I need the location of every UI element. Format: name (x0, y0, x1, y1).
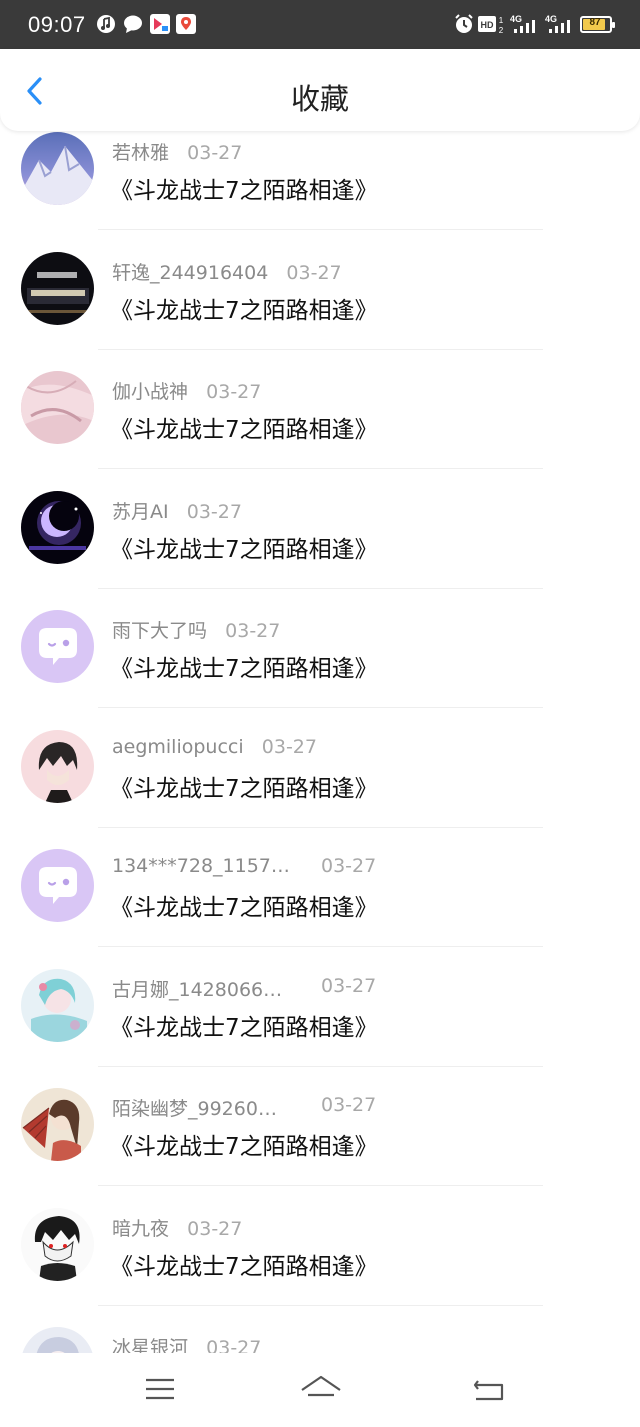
item-meta: 暗九夜 03-27 (112, 1214, 242, 1241)
home-icon[interactable] (300, 1371, 342, 1407)
avatar[interactable] (21, 1088, 94, 1161)
menu-icon[interactable] (142, 1371, 178, 1407)
username: 若林雅 (112, 142, 170, 164)
svg-text:1: 1 (499, 16, 504, 25)
divider (98, 707, 543, 708)
item-title[interactable]: 《斗龙战士7之陌路相逢》 (110, 1008, 378, 1042)
list-item[interactable]: 古月娜_1428066… 03-27 《斗龙战士7之陌路相逢》 (0, 966, 640, 1086)
avatar[interactable] (21, 1327, 94, 1353)
avatar[interactable] (21, 849, 94, 922)
network-label-1: 4G (510, 14, 522, 24)
item-title[interactable]: 《斗龙战士7之陌路相逢》 (110, 1127, 378, 1161)
item-date: 03-27 (321, 855, 377, 877)
list-item[interactable]: 暗九夜 03-27 《斗龙战士7之陌路相逢》 (0, 1205, 640, 1325)
username: 134***728_1157… (112, 855, 290, 877)
item-title[interactable]: 《斗龙战士7之陌路相逢》 (110, 888, 378, 922)
username: 雨下大了吗 (112, 620, 208, 642)
item-meta: 轩逸_244916404 03-27 (112, 258, 342, 285)
divider (98, 229, 543, 230)
divider (98, 1065, 543, 1067)
item-meta: 134***728_1157… 03-27 (112, 855, 376, 877)
signal-2-icon: 4G (545, 14, 570, 33)
avatar[interactable] (21, 729, 94, 803)
signal-1-icon: 4G (510, 14, 535, 33)
status-bar: 09:07 HD 1 2 4G 4G 87 (0, 0, 640, 49)
list-item[interactable]: 苏月AI 03-27 《斗龙战士7之陌路相逢》 (0, 488, 640, 608)
item-date: 03-27 (321, 974, 377, 997)
hd-icon: HD 1 2 (478, 16, 504, 35)
item-meta: aegmiliopucci 03-27 (112, 736, 317, 758)
item-date: 03-27 (286, 261, 342, 284)
list-item[interactable]: 冰星银河 03-27 (0, 1324, 640, 1353)
item-meta: 古月娜_1428066… 03-27 (112, 975, 376, 1002)
item-date: 03-27 (206, 1337, 262, 1353)
item-meta: 伽小战神 03-27 (112, 377, 261, 404)
divider (98, 826, 543, 828)
list-item[interactable]: 雨下大了吗 03-27 《斗龙战士7之陌路相逢》 (0, 607, 640, 727)
item-title[interactable]: 《斗龙战士7之陌路相逢》 (110, 410, 378, 444)
item-date: 03-27 (187, 1217, 243, 1240)
avatar[interactable] (21, 490, 94, 564)
list-item[interactable]: 轩逸_244916404 03-27 《斗龙战士7之陌路相逢》 (0, 249, 640, 369)
item-meta: 苏月AI 03-27 (112, 497, 242, 524)
divider (98, 1185, 543, 1186)
username: 暗九夜 (112, 1217, 170, 1240)
item-date: 03-27 (321, 1094, 377, 1116)
list-item[interactable]: 若林雅 03-27 《斗龙战士7之陌路相逢》 (0, 131, 640, 249)
item-date: 03-27 (206, 381, 262, 403)
item-meta: 陌染幽梦_99260… 03-27 (112, 1094, 376, 1121)
app-icon (150, 14, 170, 34)
network-label-2: 4G (545, 14, 557, 24)
avatar[interactable] (21, 132, 94, 205)
item-meta: 若林雅 03-27 (112, 138, 242, 165)
username: 苏月AI (112, 500, 169, 523)
item-title[interactable]: 《斗龙战士7之陌路相逢》 (110, 1247, 378, 1281)
username: 陌染幽梦_99260… (112, 1098, 277, 1120)
item-date: 03-27 (261, 735, 317, 758)
list-item[interactable]: aegmiliopucci 03-27 《斗龙战士7之陌路相逢》 (0, 727, 640, 847)
page-title: 收藏 (290, 82, 349, 116)
list-item[interactable]: 伽小战神 03-27 《斗龙战士7之陌路相逢》 (0, 368, 640, 488)
item-date: 03-27 (186, 500, 242, 523)
battery-level: 87 (589, 17, 601, 28)
message-icon (124, 15, 142, 33)
avatar[interactable] (21, 968, 94, 1042)
item-title[interactable]: 《斗龙战士7之陌路相逢》 (110, 649, 378, 683)
avatar[interactable] (21, 1207, 94, 1281)
navigation-bar (0, 1353, 640, 1427)
alarm-icon (455, 14, 473, 33)
username: 冰星银河 (112, 1337, 189, 1353)
item-date: 03-27 (225, 620, 281, 642)
username: aegmiliopucci (112, 735, 244, 758)
item-title[interactable]: 《斗龙战士7之陌路相逢》 (110, 769, 378, 803)
divider (98, 946, 543, 947)
item-meta: 雨下大了吗 03-27 (112, 616, 280, 643)
username: 古月娜_1428066… (112, 978, 283, 1001)
username: 伽小战神 (112, 381, 189, 403)
divider (98, 587, 543, 589)
back-icon[interactable] (470, 1371, 506, 1407)
divider (98, 1304, 543, 1306)
item-title[interactable]: 《斗龙战士7之陌路相逢》 (110, 171, 378, 205)
battery-icon: 87 (580, 16, 615, 33)
list-item[interactable]: 陌染幽梦_99260… 03-27 《斗龙战士7之陌路相逢》 (0, 1085, 640, 1205)
avatar[interactable] (21, 251, 94, 325)
username: 轩逸_244916404 (112, 261, 269, 284)
status-time: 09:07 (28, 12, 86, 37)
avatar[interactable] (21, 610, 94, 683)
item-title[interactable]: 《斗龙战士7之陌路相逢》 (110, 291, 378, 325)
item-date: 03-27 (187, 142, 243, 164)
hd-label: HD (481, 20, 494, 30)
divider (98, 468, 543, 469)
item-meta: 冰星银河 03-27 (112, 1333, 261, 1353)
divider (98, 348, 543, 350)
music-icon (97, 15, 115, 33)
avatar[interactable] (21, 371, 94, 444)
list-item[interactable]: 134***728_1157… 03-27 《斗龙战士7之陌路相逢》 (0, 846, 640, 966)
favorites-list[interactable]: 若林雅 03-27 《斗龙战士7之陌路相逢》 轩逸_244916404 03-27 《… (0, 131, 640, 1353)
map-pin-icon (176, 14, 196, 34)
header: 收藏 (0, 49, 640, 131)
item-title[interactable]: 《斗龙战士7之陌路相逢》 (110, 530, 378, 564)
svg-text:2: 2 (499, 26, 504, 35)
